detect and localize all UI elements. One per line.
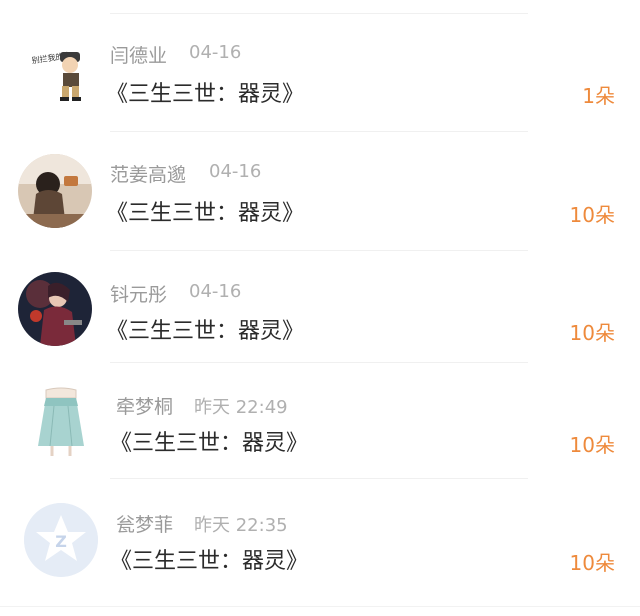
flower-count: 1朵 (582, 84, 615, 108)
flower-count: 10朵 (569, 321, 615, 345)
default-star-avatar-icon: Z (24, 503, 98, 577)
avatar[interactable] (24, 384, 98, 458)
book-title[interactable]: 《三生三世：器灵》 (106, 313, 304, 345)
bottom-divider (0, 606, 640, 607)
avatar[interactable]: Z (24, 503, 98, 577)
avatar[interactable] (18, 272, 92, 346)
gift-time: 04-16 (209, 161, 262, 182)
book-title[interactable]: 《三生三世：器灵》 (106, 195, 304, 227)
item-divider (110, 250, 528, 251)
skirt-illustration-avatar-icon (38, 387, 84, 456)
item-divider (110, 478, 528, 479)
game-character-avatar-icon (18, 272, 92, 346)
girl-photo-avatar-icon (18, 154, 92, 228)
item-divider (110, 362, 528, 363)
user-name[interactable]: 牵梦桐 (116, 392, 173, 419)
user-name[interactable]: 瓮梦菲 (116, 510, 173, 537)
avatar[interactable]: 别拦我的人 (18, 38, 92, 112)
cartoon-sticker-avatar-icon: 别拦我的人 (31, 50, 81, 101)
user-name[interactable]: 闫德业 (110, 41, 167, 68)
gift-time: 昨天 22:35 (194, 515, 288, 536)
book-title[interactable]: 《三生三世：器灵》 (110, 425, 308, 457)
book-title[interactable]: 《三生三世：器灵》 (106, 76, 304, 108)
flower-count: 10朵 (569, 203, 615, 227)
user-name[interactable]: 钭元彤 (110, 280, 167, 307)
item-divider (110, 131, 528, 132)
gift-time: 04-16 (189, 281, 242, 302)
gift-time: 04-16 (189, 42, 242, 63)
user-name[interactable]: 范姜高邈 (110, 160, 186, 187)
flower-count: 10朵 (569, 433, 615, 457)
svg-text:Z: Z (55, 532, 67, 551)
top-divider (110, 13, 528, 14)
book-title[interactable]: 《三生三世：器灵》 (110, 543, 308, 575)
gift-time: 昨天 22:49 (194, 397, 288, 418)
avatar[interactable] (18, 154, 92, 228)
flower-count: 10朵 (569, 551, 615, 575)
